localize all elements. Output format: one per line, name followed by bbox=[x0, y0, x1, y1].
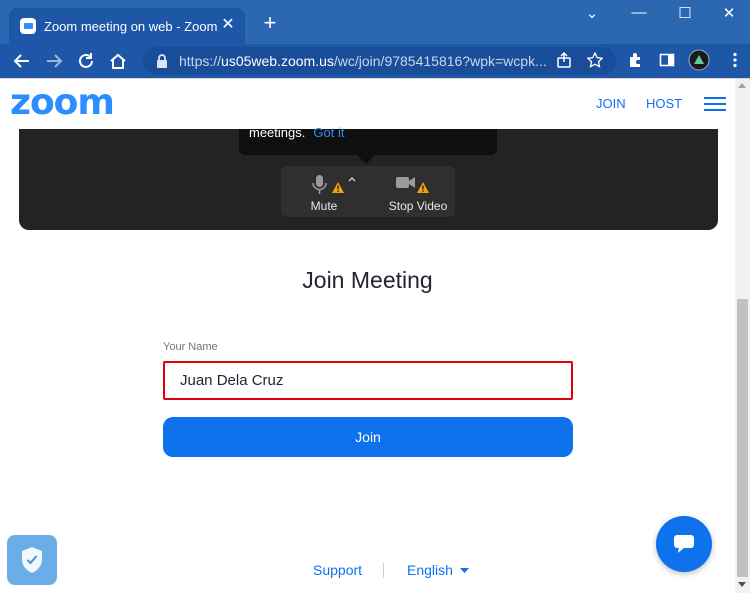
home-icon[interactable] bbox=[106, 49, 130, 73]
security-shield-button[interactable] bbox=[7, 535, 57, 585]
tab-close-icon[interactable]: ✕ bbox=[219, 16, 237, 34]
address-bar[interactable]: https://us05web.zoom.us/wc/join/97854158… bbox=[143, 47, 616, 75]
join-button[interactable]: Join bbox=[163, 417, 573, 457]
zoom-header: zoom JOIN HOST bbox=[0, 79, 735, 129]
profile-avatar[interactable] bbox=[688, 49, 710, 71]
scroll-down-arrow-icon[interactable] bbox=[738, 582, 746, 587]
nav-host-link[interactable]: HOST bbox=[646, 96, 682, 111]
video-preview: meetings. Got it Mute Stop Video bbox=[19, 125, 718, 230]
browser-toolbar: https://us05web.zoom.us/wc/join/97854158… bbox=[0, 44, 750, 78]
tab-search-icon[interactable]: ⌄ bbox=[580, 4, 604, 22]
maximize-button[interactable]: ☐ bbox=[673, 4, 697, 22]
microphone-icon bbox=[312, 175, 356, 194]
tooltip-text: meetings. bbox=[249, 125, 306, 140]
page-scrollbar[interactable] bbox=[735, 79, 750, 593]
nav-join-link[interactable]: JOIN bbox=[596, 96, 626, 111]
browser-titlebar: Zoom meeting on web - Zoom ✕ + ⌄ — ☐ ✕ bbox=[0, 0, 750, 44]
zoom-logo[interactable]: zoom bbox=[10, 82, 115, 123]
language-selector[interactable]: English bbox=[407, 562, 469, 578]
share-icon[interactable] bbox=[553, 49, 575, 71]
sidebar-icon[interactable] bbox=[656, 49, 678, 71]
star-icon[interactable] bbox=[584, 49, 606, 71]
hamburger-menu-icon[interactable] bbox=[704, 97, 726, 111]
chat-button[interactable] bbox=[656, 516, 712, 572]
stop-video-label: Stop Video bbox=[388, 199, 448, 213]
url-text: https://us05web.zoom.us/wc/join/97854158… bbox=[179, 53, 547, 69]
menu-kebab-icon[interactable] bbox=[724, 49, 746, 71]
video-camera-icon bbox=[396, 177, 429, 193]
preview-controls: Mute Stop Video bbox=[281, 166, 455, 217]
reload-icon[interactable] bbox=[74, 49, 98, 73]
mute-button[interactable]: Mute bbox=[281, 166, 367, 217]
close-window-button[interactable]: ✕ bbox=[717, 4, 741, 22]
caret-down-icon bbox=[459, 568, 469, 574]
lock-icon[interactable] bbox=[155, 53, 169, 69]
chat-bubble-icon bbox=[674, 535, 694, 553]
mute-label: Mute bbox=[310, 199, 338, 213]
scrollbar-thumb[interactable] bbox=[737, 299, 748, 577]
shield-check-icon bbox=[22, 547, 42, 573]
footer-divider bbox=[383, 563, 384, 578]
language-label: English bbox=[407, 562, 453, 578]
new-tab-button[interactable]: + bbox=[259, 11, 281, 35]
got-it-link[interactable]: Got it bbox=[313, 125, 344, 140]
stop-video-button[interactable]: Stop Video bbox=[381, 166, 455, 217]
tooltip-arrow bbox=[357, 155, 375, 164]
scroll-up-arrow-icon[interactable] bbox=[738, 83, 746, 88]
forward-icon[interactable] bbox=[42, 49, 66, 73]
support-link[interactable]: Support bbox=[313, 562, 362, 578]
back-icon[interactable] bbox=[10, 49, 34, 73]
minimize-button[interactable]: — bbox=[627, 4, 651, 21]
your-name-label: Your Name bbox=[163, 341, 218, 353]
extensions-icon[interactable] bbox=[624, 49, 646, 71]
browser-tab[interactable]: Zoom meeting on web - Zoom ✕ bbox=[9, 8, 245, 44]
tab-title: Zoom meeting on web - Zoom bbox=[44, 18, 218, 34]
zoom-favicon-icon bbox=[20, 18, 36, 34]
page-title: Join Meeting bbox=[302, 267, 433, 293]
tooltip: meetings. Got it bbox=[239, 125, 497, 164]
your-name-input[interactable] bbox=[163, 361, 573, 400]
